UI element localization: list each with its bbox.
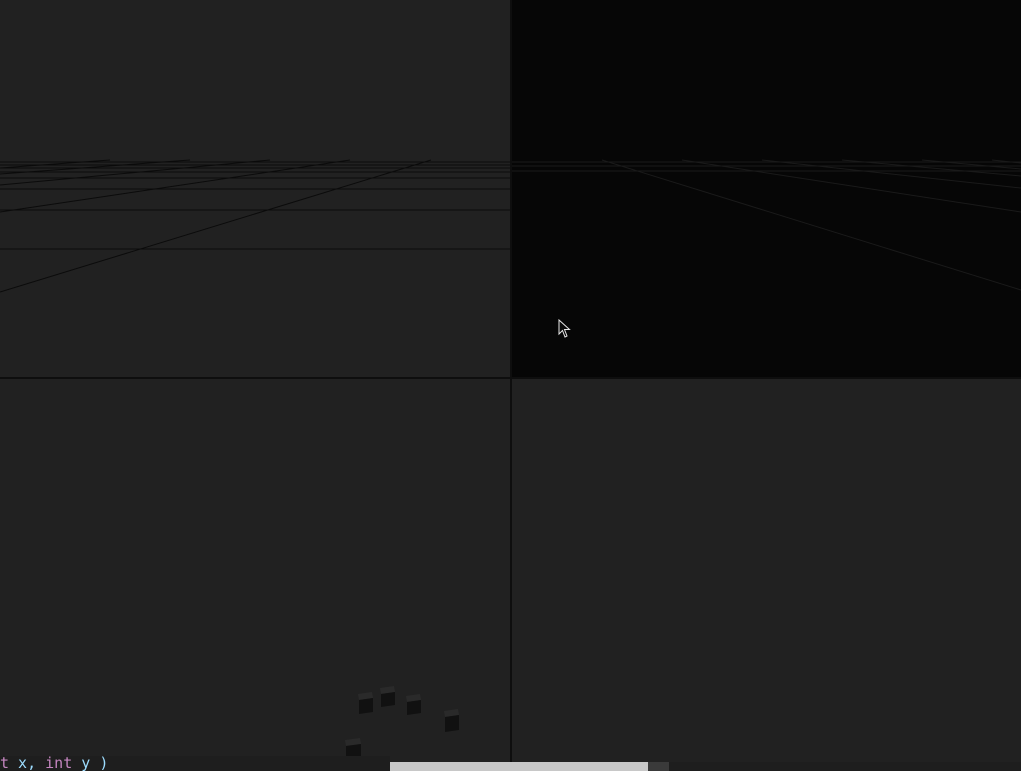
grid-top-left xyxy=(0,159,511,293)
horizontal-scrollbar-end[interactable] xyxy=(648,762,669,771)
grid-line xyxy=(681,159,1021,213)
cube-object[interactable] xyxy=(355,690,375,716)
viewport-top-right[interactable] xyxy=(512,0,1021,378)
code-text: y ) xyxy=(72,756,109,771)
code-editor-line[interactable]: t x, int y ) xyxy=(0,756,390,771)
cube-object[interactable] xyxy=(378,685,398,709)
viewport-divider-vertical[interactable] xyxy=(510,0,512,762)
mouse-pointer-icon xyxy=(558,319,571,338)
viewport-divider-horizontal[interactable] xyxy=(0,377,1021,379)
code-keyword: int xyxy=(45,756,73,771)
grid-top-right xyxy=(512,159,1021,291)
code-text: x, xyxy=(9,756,46,771)
horizontal-scrollbar-thumb[interactable] xyxy=(389,762,648,771)
cube-object[interactable] xyxy=(442,708,462,734)
viewport-bottom-right[interactable] xyxy=(512,379,1021,771)
viewport-bottom-left[interactable] xyxy=(0,379,511,771)
viewport-top-left[interactable] xyxy=(0,0,511,377)
cube-object[interactable] xyxy=(404,693,424,717)
code-keyword: t xyxy=(0,756,10,771)
